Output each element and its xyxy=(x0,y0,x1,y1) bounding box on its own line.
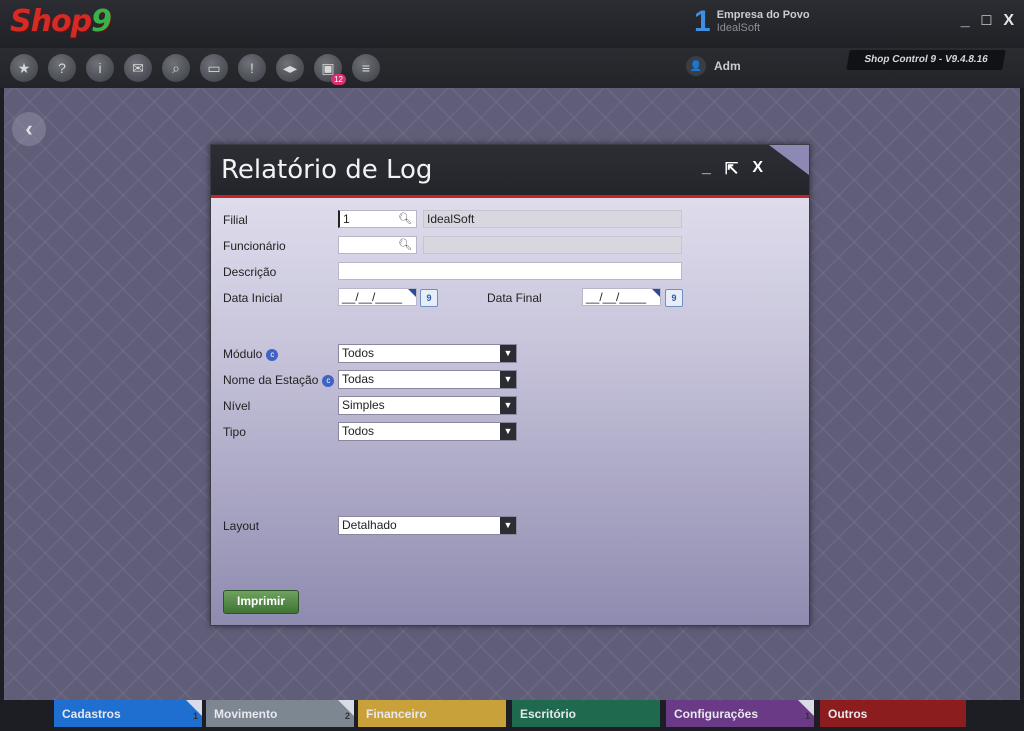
database-icon[interactable]: ≡ xyxy=(352,54,380,82)
descricao-label: Descrição xyxy=(223,265,277,279)
window-controls: _ □ X xyxy=(961,12,1014,30)
log-report-dialog: Relatório de Log _ ⇱ X Filial 1 🔍︎ Ideal… xyxy=(210,144,810,626)
estacao-select[interactable]: Todas ▼ xyxy=(338,370,517,389)
minimize-button[interactable]: _ xyxy=(961,12,970,30)
chevron-down-icon[interactable]: ▼ xyxy=(500,397,516,414)
modulo-select-value: Todos xyxy=(342,346,375,360)
date-dropdown-corner xyxy=(408,289,416,297)
estacao-label-text: Nome da Estação xyxy=(223,373,319,387)
filial-input-value: 1 xyxy=(343,212,350,226)
tab-movimento[interactable]: Movimento 2 xyxy=(206,700,354,727)
tab-count: 1 xyxy=(804,711,810,721)
refresh-icon[interactable]: c xyxy=(322,374,335,387)
title-bar: Shop9 1 Empresa do Povo IdealSoft _ □ X xyxy=(0,0,1024,48)
company-info: 1 Empresa do Povo IdealSoft xyxy=(694,5,810,38)
dialog-header: Relatório de Log _ ⇱ X xyxy=(211,145,809,198)
data-final-value: __/__/____ xyxy=(586,290,647,304)
filial-input[interactable]: 1 🔍︎ xyxy=(338,210,417,228)
card-icon[interactable]: ▭ xyxy=(200,54,228,82)
chevron-down-icon[interactable]: ▼ xyxy=(500,345,516,362)
layout-label: Layout xyxy=(223,519,260,533)
data-inicial-value: __/__/____ xyxy=(342,290,403,304)
help-icon[interactable]: ? xyxy=(48,54,76,82)
modulo-label-text: Módulo xyxy=(223,347,263,361)
funcionario-input[interactable]: 🔍︎ xyxy=(338,236,417,254)
tipo-select[interactable]: Todos ▼ xyxy=(338,422,517,441)
info-icon[interactable]: i xyxy=(86,54,114,82)
tab-label: Cadastros xyxy=(62,707,121,721)
layout-select-value: Detalhado xyxy=(342,518,397,532)
refresh-icon[interactable]: c xyxy=(266,348,279,361)
estacao-label: Nome da Estação c xyxy=(223,373,335,387)
nivel-select-value: Simples xyxy=(342,398,385,412)
close-button[interactable]: X xyxy=(1003,12,1014,30)
module-tabs: Cadastros 1 Movimento 2 Financeiro Escritório… xyxy=(0,700,1024,731)
tab-escritório[interactable]: Escritório xyxy=(512,700,660,727)
filial-label: Filial xyxy=(223,213,248,227)
chevron-down-icon[interactable]: ▼ xyxy=(500,517,516,534)
calendar-icon[interactable]: 9 xyxy=(665,289,683,307)
company-subtitle: IdealSoft xyxy=(716,22,761,34)
search-icon[interactable]: 🔍︎ xyxy=(398,237,412,253)
funcionario-name-field xyxy=(423,236,682,254)
layout-select[interactable]: Detalhado ▼ xyxy=(338,516,517,535)
tab-count: 2 xyxy=(344,711,350,721)
maximize-button[interactable]: □ xyxy=(982,12,992,30)
tipo-label: Tipo xyxy=(223,425,246,439)
tab-label: Outros xyxy=(828,707,868,721)
toolbar-icons: ★? i ✉ ⌕ ▭! ◂▸ ▣ 12 ≡ xyxy=(10,54,380,85)
data-final-label: Data Final xyxy=(487,291,542,305)
company-number: 1 xyxy=(694,5,711,38)
dialog-minimize-button[interactable]: _ xyxy=(702,159,711,179)
data-final-input[interactable]: __/__/____ xyxy=(582,288,661,306)
mail-icon[interactable]: ✉ xyxy=(124,54,152,82)
transfer-icon[interactable]: ◂▸ xyxy=(276,54,304,82)
favorites-icon[interactable]: ★ xyxy=(10,54,38,82)
calendar-icon[interactable]: 9 xyxy=(420,289,438,307)
user-icon: 👤 xyxy=(686,56,706,76)
search-icon[interactable]: 🔍︎ xyxy=(398,211,412,227)
tipo-select-value: Todos xyxy=(342,424,375,438)
data-inicial-label: Data Inicial xyxy=(223,291,283,305)
nivel-label: Nível xyxy=(223,399,251,413)
tab-configurações[interactable]: Configurações 1 xyxy=(666,700,814,727)
chevron-down-icon[interactable]: ▼ xyxy=(500,423,516,440)
funcionario-label: Funcionário xyxy=(223,239,286,253)
user-name: Adm xyxy=(714,59,741,73)
estacao-select-value: Todas xyxy=(342,372,375,386)
tab-financeiro[interactable]: Financeiro xyxy=(358,700,506,727)
back-arrow-icon[interactable]: ‹ xyxy=(12,112,46,146)
app-logo: Shop9 xyxy=(10,4,112,39)
modulo-label: Módulo c xyxy=(223,347,279,361)
dialog-restore-button[interactable]: ⇱ xyxy=(725,159,738,179)
search-icon[interactable]: ⌕ xyxy=(162,54,190,82)
date-dropdown-corner xyxy=(652,289,660,297)
nivel-select[interactable]: Simples ▼ xyxy=(338,396,517,415)
messages-icon[interactable]: ▣ 12 xyxy=(314,54,346,85)
tab-count: 1 xyxy=(192,711,198,721)
tab-cadastros[interactable]: Cadastros 1 xyxy=(54,700,202,727)
tab-label: Financeiro xyxy=(366,707,427,721)
descricao-input[interactable] xyxy=(338,262,682,280)
user-info: 👤 Adm xyxy=(686,56,741,76)
modulo-select[interactable]: Todos ▼ xyxy=(338,344,517,363)
notification-badge: 12 xyxy=(331,74,346,85)
dialog-corner xyxy=(769,145,809,175)
tab-outros[interactable]: Outros xyxy=(820,700,966,727)
tab-label: Movimento xyxy=(214,707,278,721)
version-label: Shop Control 9 - V9.4.8.16 xyxy=(846,50,1006,70)
alert-icon[interactable]: ! xyxy=(238,54,266,82)
dialog-close-button[interactable]: X xyxy=(752,159,763,179)
company-name: Empresa do Povo xyxy=(716,9,810,21)
tab-label: Escritório xyxy=(520,707,577,721)
print-button[interactable]: Imprimir xyxy=(223,590,299,614)
data-inicial-input[interactable]: __/__/____ xyxy=(338,288,417,306)
chevron-down-icon[interactable]: ▼ xyxy=(500,371,516,388)
dialog-title: Relatório de Log xyxy=(221,155,433,185)
tab-label: Configurações xyxy=(674,707,759,721)
filial-name-field: IdealSoft xyxy=(423,210,682,228)
